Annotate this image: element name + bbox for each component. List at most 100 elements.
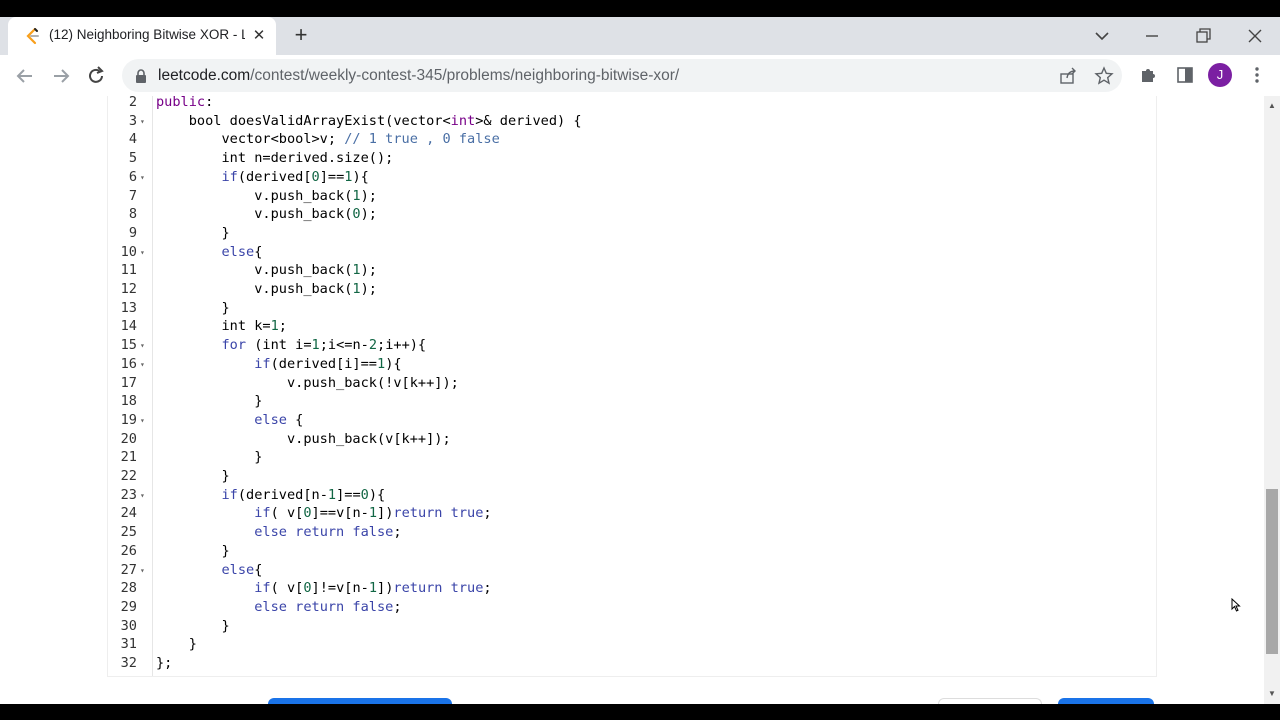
code-line[interactable]: 26 } (108, 542, 1148, 561)
code-line[interactable]: 13 } (108, 299, 1148, 318)
line-number: 31 (120, 636, 137, 653)
code-text: if( v[0]==v[n-1])return true; (254, 505, 492, 522)
line-number: 24 (120, 505, 137, 522)
scroll-down-arrow-icon[interactable]: ▼ (1267, 690, 1277, 698)
line-number: 11 (120, 262, 137, 279)
code-line[interactable]: 5 int n=derived.size(); (108, 149, 1148, 168)
line-number: 17 (120, 374, 137, 391)
fold-arrow-icon[interactable]: ▾ (140, 336, 148, 355)
tab-title: (12) Neighboring Bitwise XOR - L (49, 27, 245, 42)
reload-icon[interactable] (84, 64, 108, 88)
fold-arrow-icon[interactable]: ▾ (140, 243, 148, 262)
close-window-icon[interactable] (1244, 26, 1266, 46)
scroll-up-arrow-icon[interactable]: ▲ (1267, 102, 1277, 110)
code-line[interactable]: 24 if( v[0]==v[n-1])return true; (108, 504, 1148, 523)
code-text: v.push_back(0); (156, 206, 377, 223)
tab-close-icon[interactable]: ✕ (249, 26, 269, 46)
url-text[interactable]: leetcode.com/contest/weekly-contest-345/… (158, 67, 679, 85)
code-line[interactable]: 11 v.push_back(1); (108, 261, 1148, 280)
code-line[interactable]: 17 v.push_back(!v[k++]); (108, 374, 1148, 393)
mouse-cursor-icon (1231, 598, 1241, 612)
line-number: 3 (128, 112, 137, 129)
page-content: 2 public: 3 ▾ bool doesValidArrayExist(vect… (0, 96, 1264, 704)
code-line[interactable]: 21 } (108, 448, 1148, 467)
code-line[interactable]: 6 ▾ if(derived[0]==1){ (108, 168, 1148, 187)
page-scrollbar[interactable]: ▲ ▼ (1264, 96, 1280, 704)
code-text: } (156, 468, 230, 484)
code-line[interactable]: 29 else return false; (108, 598, 1148, 617)
line-number: 5 (128, 150, 137, 167)
browser-tab[interactable]: (12) Neighboring Bitwise XOR - L ✕ (8, 17, 276, 55)
code-line[interactable]: 14 int k=1; (108, 317, 1148, 336)
code-line[interactable]: 2 public: (108, 96, 1148, 112)
line-number: 22 (120, 468, 137, 484)
line-number: 14 (120, 318, 137, 335)
profile-avatar[interactable]: J (1208, 63, 1232, 87)
code-text: else return false; (254, 524, 402, 541)
code-line[interactable]: 19 ▾ else { (108, 411, 1148, 430)
line-number: 20 (120, 430, 137, 447)
lock-icon[interactable] (134, 69, 148, 83)
line-number: 19 (120, 411, 137, 428)
code-line[interactable]: 3 ▾ bool doesValidArrayExist(vector<int>&… (108, 112, 1148, 131)
url-host: leetcode.com (158, 67, 251, 84)
line-number: 16 (120, 355, 137, 372)
line-number: 6 (128, 168, 137, 185)
side-panel-icon[interactable] (1175, 65, 1195, 85)
code-line[interactable]: 8 v.push_back(0); (108, 205, 1148, 224)
code-editor[interactable]: 2 public: 3 ▾ bool doesValidArrayExist(vect… (107, 96, 1157, 677)
minimize-icon[interactable] (1141, 26, 1163, 46)
code-line[interactable]: 25 else return false; (108, 523, 1148, 542)
code-line[interactable]: 30 } (108, 617, 1148, 636)
line-number: 29 (120, 598, 137, 615)
browser-toolbar: leetcode.com/contest/weekly-contest-345/… (0, 55, 1280, 97)
code-text: if(derived[n-1]==0){ (221, 486, 386, 503)
code-line[interactable]: 27 ▾ else{ (108, 561, 1148, 580)
fold-arrow-icon[interactable]: ▾ (140, 486, 148, 505)
fold-arrow-icon[interactable]: ▾ (140, 561, 148, 580)
code-text: public: (156, 96, 214, 110)
code-text: } (156, 636, 197, 653)
back-icon[interactable] (13, 64, 37, 88)
line-number: 26 (120, 542, 137, 559)
restore-icon[interactable] (1192, 26, 1214, 46)
line-number: 32 (120, 655, 137, 671)
address-bar[interactable]: leetcode.com/contest/weekly-contest-345/… (122, 59, 1122, 92)
forward-icon[interactable] (49, 64, 73, 88)
code-text: } (156, 449, 263, 466)
fold-arrow-icon[interactable]: ▾ (140, 411, 148, 430)
new-tab-icon[interactable]: + (289, 23, 313, 47)
fold-arrow-icon[interactable]: ▾ (140, 112, 148, 131)
screen-top-border (0, 0, 1280, 17)
code-line[interactable]: 9 } (108, 224, 1148, 243)
bookmark-star-icon[interactable] (1094, 66, 1114, 86)
fold-arrow-icon[interactable]: ▾ (140, 355, 148, 374)
code-line[interactable]: 20 v.push_back(v[k++]); (108, 430, 1148, 449)
code-text: vector<bool>v; // 1 true , 0 false (156, 131, 500, 148)
code-text: }; (156, 655, 173, 671)
code-text: v.push_back(1); (156, 281, 377, 297)
code-line[interactable]: 16 ▾ if(derived[i]==1){ (108, 355, 1148, 374)
more-menu-icon[interactable] (1247, 65, 1267, 85)
code-line[interactable]: 22 } (108, 467, 1148, 486)
line-number: 9 (128, 224, 137, 241)
code-line[interactable]: 31 } (108, 635, 1148, 654)
tab-search-chevron-icon[interactable] (1091, 26, 1113, 46)
code-line[interactable]: 23 ▾ if(derived[n-1]==0){ (108, 486, 1148, 505)
code-line[interactable]: 7 v.push_back(1); (108, 187, 1148, 206)
code-line[interactable]: 15 ▾ for (int i=1;i<=n-2;i++){ (108, 336, 1148, 355)
code-text: } (156, 393, 263, 410)
code-line[interactable]: 28 if( v[0]!=v[n-1])return true; (108, 579, 1148, 598)
share-icon[interactable] (1058, 66, 1078, 86)
code-text: } (156, 617, 230, 634)
code-line[interactable]: 32}; (108, 654, 1148, 673)
fold-arrow-icon[interactable]: ▾ (140, 168, 148, 187)
code-line[interactable]: 4 vector<bool>v; // 1 true , 0 false (108, 130, 1148, 149)
extensions-puzzle-icon[interactable] (1139, 65, 1159, 85)
code-line[interactable]: 10 ▾ else{ (108, 243, 1148, 262)
code-line[interactable]: 12 v.push_back(1); (108, 280, 1148, 299)
leetcode-favicon-icon (26, 27, 39, 45)
code-text: for (int i=1;i<=n-2;i++){ (221, 337, 427, 354)
code-line[interactable]: 18 } (108, 392, 1148, 411)
scrollbar-thumb[interactable] (1266, 489, 1278, 654)
